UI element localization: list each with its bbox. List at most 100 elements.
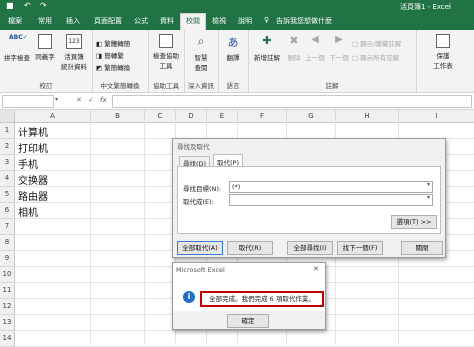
cell[interactable]: 打印机 — [18, 140, 48, 155]
row-header[interactable]: 12 — [0, 299, 15, 315]
replace-label: 取代成(E): — [183, 198, 214, 206]
row-header[interactable]: 11 — [0, 283, 15, 299]
find-next-button[interactable]: 找下一個(F) — [337, 241, 383, 255]
cancel-icon[interactable]: ✕ — [76, 96, 82, 104]
row-header[interactable]: 2 — [0, 139, 15, 155]
close-button[interactable]: 關閉 — [401, 241, 443, 255]
tab-insert[interactable]: 插入 — [66, 16, 80, 26]
thesaurus-button[interactable]: 同義字 — [32, 34, 58, 61]
row-header[interactable]: 3 — [0, 155, 15, 171]
formula-input[interactable] — [112, 95, 472, 108]
find-dropdown-icon[interactable]: ▾ — [427, 181, 430, 188]
group-insights: ⌕ 智慧 查閱 深入資訊 — [184, 30, 219, 92]
find-input[interactable]: (*) — [229, 181, 433, 193]
column-header[interactable]: G — [287, 110, 336, 123]
select-all-corner[interactable] — [0, 110, 15, 123]
row-header[interactable]: 8 — [0, 235, 15, 251]
delete-comment-icon: ✖ — [289, 34, 299, 47]
save-icon[interactable]: ■ — [6, 1, 14, 10]
column-header[interactable]: C — [145, 110, 176, 123]
row-header[interactable]: 10 — [0, 267, 15, 283]
group-comments: ✚ 新增註解 ✖ 刪除 ◀ 上一個 ▶ 下一個 □ 顯示/隱藏註解 □ 顯示所有… — [248, 30, 417, 92]
options-button[interactable]: 選項(T) >> — [391, 215, 437, 229]
thesaurus-icon — [38, 34, 52, 49]
next-comment-icon: ▶ — [335, 34, 343, 45]
group-chinese-conversion: ◧ 繁體轉簡 ◨ 簡轉繁 ◩ 繁簡轉換 中文繁簡轉換 — [92, 30, 149, 92]
tab-formulas[interactable]: 公式 — [134, 16, 148, 26]
replace-button[interactable]: 取代(R) — [227, 241, 273, 255]
translate-button[interactable]: あ 翻譯 — [222, 34, 244, 62]
tab-page-layout[interactable]: 頁面配置 — [94, 16, 122, 26]
redo-icon[interactable]: ↷ — [40, 1, 47, 10]
fx-icon[interactable]: fx — [100, 96, 107, 104]
find-all-button[interactable]: 全部尋找(I) — [287, 241, 333, 255]
window-title: 活頁簿1 - Excel — [400, 3, 451, 11]
row-header[interactable]: 7 — [0, 219, 15, 235]
cell[interactable]: 计算机 — [18, 124, 48, 139]
next-comment-button[interactable]: ▶ 下一個 — [328, 34, 350, 62]
group-label-comments: 註解 — [325, 82, 339, 90]
delete-comment-button[interactable]: ✖ 刪除 — [284, 34, 304, 62]
new-comment-button[interactable]: ✚ 新增註解 — [252, 34, 282, 62]
stats-icon: 123 — [66, 34, 82, 49]
smart-lookup-button[interactable]: ⌕ 智慧 查閱 — [188, 34, 214, 72]
row-header[interactable]: 13 — [0, 315, 15, 331]
simp-to-trad-button[interactable]: ◨ 簡轉繁 — [96, 50, 124, 60]
message-dialog: Microsoft Excel ✕ i 全部完成。我們完成 6 項取代作業。 確… — [172, 262, 326, 330]
ribbon: ABC✓ 拼字檢查 同義字 123 活頁簿 統計資料 校訂 ◧ 繁體轉簡 ◨ 簡… — [0, 30, 474, 93]
column-header[interactable]: I — [399, 110, 474, 123]
tab-view[interactable]: 檢視 — [212, 16, 226, 26]
group-label-proofing: 校訂 — [39, 82, 53, 90]
group-label-insights: 深入資訊 — [188, 82, 214, 90]
tab-home[interactable]: 常用 — [38, 16, 52, 26]
convert-button[interactable]: ◩ 繁簡轉換 — [96, 62, 130, 72]
replace-input[interactable] — [229, 194, 433, 206]
tab-file[interactable]: 檔案 — [8, 16, 22, 26]
column-header[interactable]: F — [238, 110, 287, 123]
cell[interactable]: 相机 — [18, 204, 38, 219]
column-header[interactable]: E — [207, 110, 238, 123]
dialog-title: 尋找及取代 — [177, 143, 210, 151]
name-box[interactable] — [2, 95, 54, 108]
column-header[interactable]: A — [15, 110, 91, 123]
previous-comment-button[interactable]: ◀ 上一個 — [304, 34, 326, 62]
replace-dropdown-icon[interactable]: ▾ — [427, 194, 430, 201]
cell[interactable]: 交换器 — [18, 172, 48, 187]
table-row — [15, 331, 474, 347]
show-all-comments-button[interactable]: □ 顯示所有註解 — [352, 52, 399, 62]
message-text: 全部完成。我們完成 6 項取代作業。 — [200, 291, 324, 307]
show-hide-comment-button[interactable]: □ 顯示/隱藏註解 — [352, 38, 401, 48]
tab-data[interactable]: 資料 — [160, 16, 174, 26]
cell[interactable]: 手机 — [18, 156, 38, 171]
new-comment-icon: ✚ — [262, 34, 272, 47]
name-box-dropdown-icon[interactable]: ▾ — [55, 96, 58, 103]
undo-icon[interactable]: ↶ — [24, 1, 31, 10]
protect-sheet-button[interactable]: 保護 工作表 — [426, 34, 460, 70]
row-header[interactable]: 1 — [0, 123, 15, 139]
row-header[interactable]: 4 — [0, 171, 15, 187]
workbook-stats-button[interactable]: 123 活頁簿 統計資料 — [58, 34, 90, 71]
close-icon[interactable]: ✕ — [313, 265, 319, 273]
group-accessibility: 檢查協助 工具 協助工具 — [148, 30, 185, 92]
row-header[interactable]: 9 — [0, 251, 15, 267]
group-label-language: 語言 — [226, 82, 240, 90]
lightbulb-icon: ♀ — [264, 16, 270, 24]
row-header[interactable]: 14 — [0, 331, 15, 347]
ok-button[interactable]: 確定 — [227, 314, 269, 328]
trad-to-simp-button[interactable]: ◧ 繁體轉簡 — [96, 38, 130, 48]
row-header[interactable]: 6 — [0, 203, 15, 219]
translate-icon: あ — [227, 36, 239, 49]
cell[interactable]: 路由器 — [18, 188, 48, 203]
spelling-button[interactable]: ABC✓ 拼字檢查 — [2, 34, 32, 62]
column-header[interactable]: D — [176, 110, 207, 123]
replace-all-button[interactable]: 全部取代(A) — [177, 241, 223, 255]
check-accessibility-button[interactable]: 檢查協助 工具 — [150, 34, 182, 70]
column-header[interactable]: B — [91, 110, 145, 123]
tell-me-box[interactable]: 告訴我您想做什麼 — [276, 16, 332, 26]
row-header[interactable]: 5 — [0, 187, 15, 203]
enter-icon[interactable]: ✓ — [88, 96, 94, 104]
group-proofing: ABC✓ 拼字檢查 同義字 123 活頁簿 統計資料 校訂 — [0, 30, 93, 92]
tab-help[interactable]: 說明 — [238, 16, 252, 26]
tab-review[interactable]: 校閱 — [180, 13, 206, 30]
column-header[interactable]: H — [336, 110, 399, 123]
